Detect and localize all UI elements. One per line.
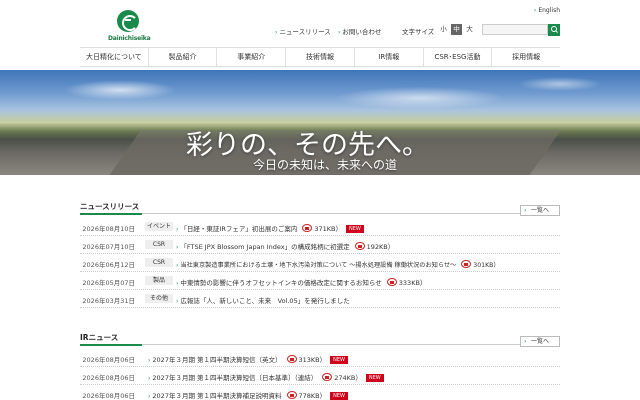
news-release-link[interactable]: › ニュースリリース (275, 26, 331, 36)
ir-list: 2026年08月06日 › 2027年３月期 第１四半期決算短信（英文） 313KB… (80, 349, 560, 400)
category-badge: 製品 (145, 276, 173, 285)
news-link[interactable]: › 「FTSE JPX Blossom Japan Index」の構成銘柄に初選定… (176, 241, 394, 251)
logo-icon (117, 10, 139, 32)
pdf-icon (461, 260, 472, 268)
ir-heading: IRニュース (80, 333, 119, 342)
ir-date: 2026年08月06日 (82, 374, 135, 382)
new-badge: NEW (365, 374, 384, 382)
heading-underline (80, 213, 142, 215)
news-link[interactable]: › 広報誌「人、新しいこと、未来 Vol.05」を発行しました (176, 295, 350, 305)
list-item: 2026年08月06日 › 2027年３月期 第１四半期決算短信（英文） 313KB… (80, 349, 560, 367)
list-item: 2026年06月12日 CSR › 当社東京製造事業所における土壌・地下水汚染対策… (80, 254, 560, 272)
arrow-right-icon: › (176, 298, 179, 305)
global-nav: 大日精化について 製品紹介 事業紹介 技術情報 IR情報 CSR･ESG活動 採… (80, 47, 560, 67)
search-input[interactable] (482, 24, 548, 35)
font-size-label: 文字サイズ (402, 28, 435, 36)
pdf-icon (286, 391, 297, 399)
ir-more-button[interactable]: › 一覧へ (520, 336, 560, 347)
pdf-icon (354, 242, 365, 250)
list-item: 2026年07月10日 CSR › 「FTSE JPX Blossom Japan… (80, 236, 560, 254)
arrow-right-icon: › (524, 207, 527, 214)
arrow-right-icon: › (533, 7, 537, 14)
pdf-icon (386, 278, 397, 286)
arrow-right-icon: › (148, 375, 151, 382)
category-badge: その他 (145, 294, 173, 303)
font-size-large-button[interactable]: 大 (464, 24, 475, 35)
english-link[interactable]: › English (534, 7, 560, 14)
logo-text: Dainichiseika (108, 35, 151, 42)
nav-ir[interactable]: IR情報 (353, 48, 423, 66)
font-size-small-button[interactable]: 小 (438, 24, 449, 35)
new-badge: NEW (345, 225, 364, 233)
news-section-header: ニュースリリース › 一覧へ (80, 202, 560, 216)
list-item: 2026年08月10日 イベント › 「日経・東証IRフェア」初出展のご案内 371… (80, 218, 560, 236)
news-date: 2026年06月12日 (82, 261, 135, 269)
news-date: 2026年08月10日 (82, 225, 135, 233)
category-badge: CSR (145, 240, 173, 249)
nav-csr-esg[interactable]: CSR･ESG活動 (422, 48, 492, 66)
hero-subtitle: 今日の未知は、未来への道 (253, 158, 398, 172)
pdf-icon (322, 373, 333, 381)
contact-link[interactable]: › お問い合わせ (338, 26, 381, 36)
news-link[interactable]: › 当社東京製造事業所における土壌・地下水汚染対策について ～揚水処理設備 稼働状… (176, 259, 500, 269)
arrow-right-icon: › (524, 338, 527, 345)
ir-link[interactable]: › 2027年３月期 第１四半期決算補足説明資料 778KB） NEW (148, 390, 348, 400)
list-item: 2026年08月06日 › 2027年３月期 第１四半期決算短信〔日本基準〕（連結… (80, 367, 560, 385)
nav-recruit[interactable]: 採用情報 (491, 48, 560, 66)
nav-products[interactable]: 製品紹介 (147, 48, 217, 66)
list-item: 2026年08月06日 › 2027年３月期 第１四半期決算補足説明資料 778KB… (80, 385, 560, 400)
news-link[interactable]: › 「日経・東証IRフェア」初出展のご案内 371KB） NEW (176, 223, 364, 233)
ir-link[interactable]: › 2027年３月期 第１四半期決算短信（英文） 313KB） NEW (148, 354, 348, 364)
arrow-right-icon: › (176, 262, 179, 269)
hero-clouds (0, 70, 640, 120)
company-logo[interactable]: Dainichiseika (108, 10, 151, 42)
arrow-right-icon: › (338, 29, 341, 36)
category-badge: イベント (145, 222, 173, 231)
arrow-right-icon: › (148, 393, 151, 400)
news-more-button[interactable]: › 一覧へ (520, 205, 560, 216)
list-item: 2026年03月31日 その他 › 広報誌「人、新しいこと、未来 Vol.05」を… (80, 290, 560, 308)
pdf-icon (286, 355, 297, 363)
ir-section-header: IRニュース › 一覧へ (80, 333, 560, 347)
heading-underline (80, 344, 142, 346)
search-icon[interactable] (548, 24, 560, 36)
nav-about[interactable]: 大日精化について (80, 48, 148, 66)
new-badge: NEW (330, 392, 348, 400)
category-badge: CSR (145, 258, 173, 267)
new-badge: NEW (330, 356, 348, 364)
arrow-right-icon: › (176, 280, 179, 287)
ir-date: 2026年08月06日 (82, 392, 135, 400)
news-heading: ニュースリリース (80, 202, 140, 211)
news-date: 2026年05月07日 (82, 279, 135, 287)
ir-date: 2026年08月06日 (82, 356, 135, 364)
news-date: 2026年07月10日 (82, 243, 135, 251)
font-size-medium-button[interactable]: 中 (451, 24, 462, 35)
news-list: 2026年08月10日 イベント › 「日経・東証IRフェア」初出展のご案内 371… (80, 218, 560, 308)
news-date: 2026年03月31日 (82, 297, 135, 305)
arrow-right-icon: › (176, 244, 179, 251)
news-link[interactable]: › 中東情勢の影響に伴うオフセットインキの価格改定に関するお知らせ 333KB） (176, 277, 426, 287)
arrow-right-icon: › (148, 357, 151, 364)
list-item: 2026年05月07日 製品 › 中東情勢の影響に伴うオフセットインキの価格改定に… (80, 272, 560, 290)
pdf-icon (302, 224, 313, 232)
nav-business[interactable]: 事業紹介 (216, 48, 285, 66)
arrow-right-icon: › (275, 29, 278, 36)
ir-link[interactable]: › 2027年３月期 第１四半期決算短信〔日本基準〕（連結） 274KB） NEW (148, 372, 384, 382)
nav-technology[interactable]: 技術情報 (285, 48, 354, 66)
arrow-right-icon: › (176, 226, 179, 233)
